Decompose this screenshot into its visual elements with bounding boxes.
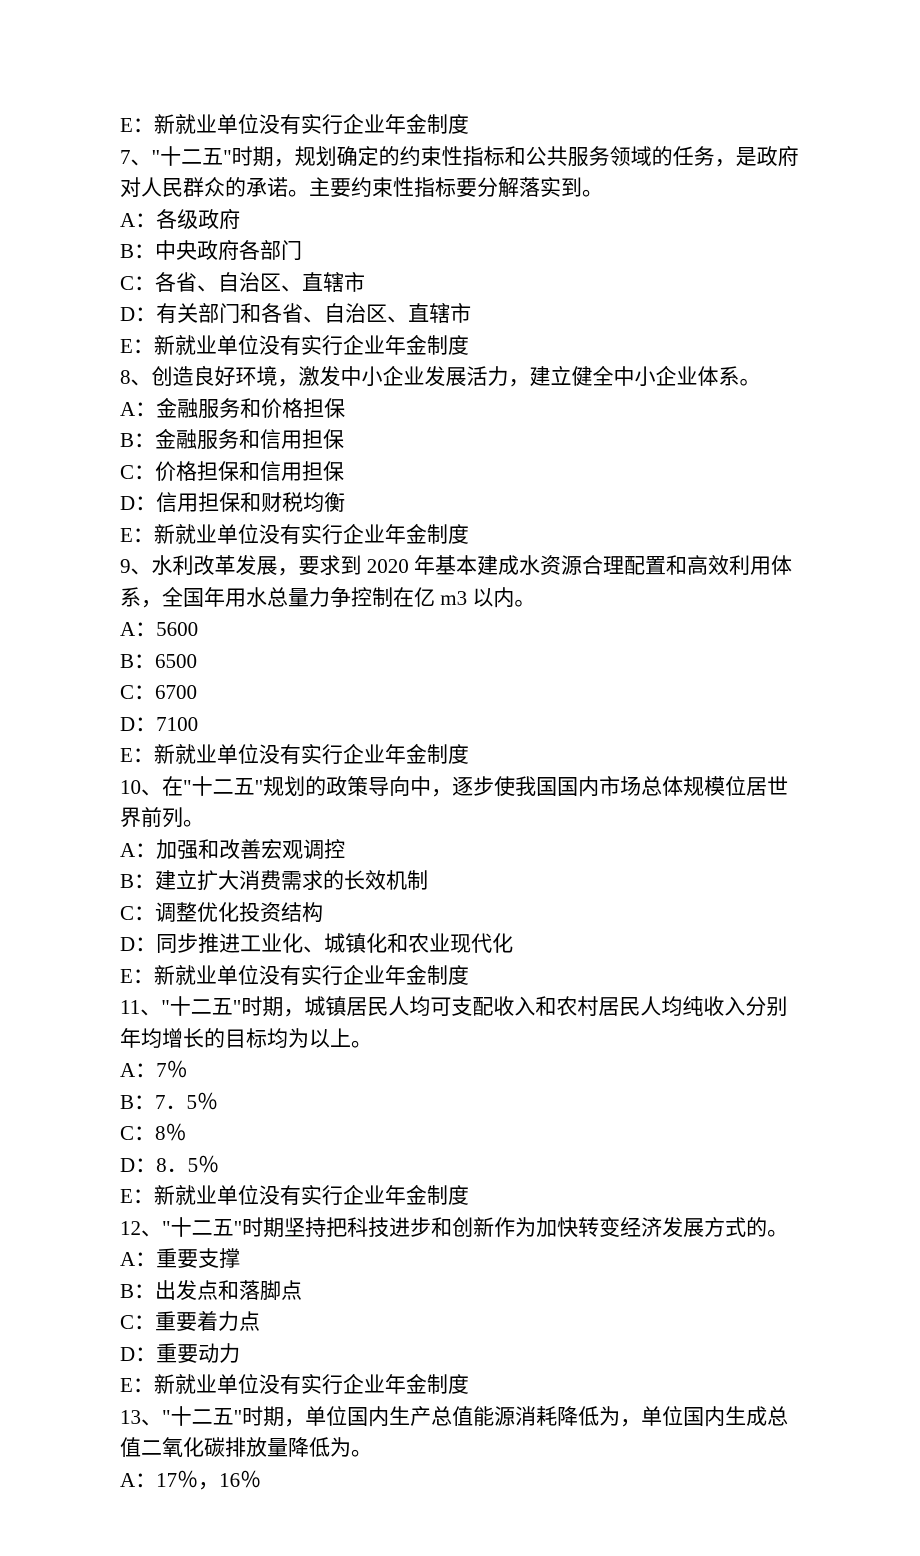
text-line: E：新就业单位没有实行企业年金制度 <box>120 331 800 363</box>
text-line: C：重要着力点 <box>120 1307 800 1339</box>
text-line: E：新就业单位没有实行企业年金制度 <box>120 1181 800 1213</box>
text-line: C：调整优化投资结构 <box>120 898 800 930</box>
text-line: C：6700 <box>120 677 800 709</box>
text-line: 9、水利改革发展，要求到 2020 年基本建成水资源合理配置和高效利用体系，全国… <box>120 551 800 614</box>
text-line: A：7％ <box>120 1055 800 1087</box>
text-line: 8、创造良好环境，激发中小企业发展活力，建立健全中小企业体系。 <box>120 362 800 394</box>
text-line: A：重要支撑 <box>120 1244 800 1276</box>
text-line: C：各省、自治区、直辖市 <box>120 268 800 300</box>
text-line: A：各级政府 <box>120 205 800 237</box>
text-line: B：建立扩大消费需求的长效机制 <box>120 866 800 898</box>
text-line: E：新就业单位没有实行企业年金制度 <box>120 961 800 993</box>
text-line: B：中央政府各部门 <box>120 236 800 268</box>
text-line: B：出发点和落脚点 <box>120 1276 800 1308</box>
text-line: 13、"十二五"时期，单位国内生产总值能源消耗降低为，单位国内生成总值二氧化碳排… <box>120 1402 800 1465</box>
text-line: A：5600 <box>120 614 800 646</box>
document-page: E：新就业单位没有实行企业年金制度 7、"十二五"时期，规划确定的约束性指标和公… <box>0 0 920 1556</box>
text-line: E：新就业单位没有实行企业年金制度 <box>120 110 800 142</box>
text-line: E：新就业单位没有实行企业年金制度 <box>120 1370 800 1402</box>
text-line: D：7100 <box>120 709 800 741</box>
text-line: E：新就业单位没有实行企业年金制度 <box>120 520 800 552</box>
text-line: 10、在"十二五"规划的政策导向中，逐步使我国国内市场总体规模位居世界前列。 <box>120 772 800 835</box>
text-line: 7、"十二五"时期，规划确定的约束性指标和公共服务领域的任务，是政府对人民群众的… <box>120 142 800 205</box>
text-line: D：重要动力 <box>120 1339 800 1371</box>
text-line: D：8．5％ <box>120 1150 800 1182</box>
text-line: E：新就业单位没有实行企业年金制度 <box>120 740 800 772</box>
text-line: B：金融服务和信用担保 <box>120 425 800 457</box>
text-line: C：8％ <box>120 1118 800 1150</box>
text-line: D：有关部门和各省、自治区、直辖市 <box>120 299 800 331</box>
text-line: A：加强和改善宏观调控 <box>120 835 800 867</box>
text-line: 11、"十二五"时期，城镇居民人均可支配收入和农村居民人均纯收入分别年均增长的目… <box>120 992 800 1055</box>
text-line: B：6500 <box>120 646 800 678</box>
text-line: C：价格担保和信用担保 <box>120 457 800 489</box>
text-line: D：信用担保和财税均衡 <box>120 488 800 520</box>
text-line: D：同步推进工业化、城镇化和农业现代化 <box>120 929 800 961</box>
text-line: 12、"十二五"时期坚持把科技进步和创新作为加快转变经济发展方式的。 <box>120 1213 800 1245</box>
text-line: A：17％，16％ <box>120 1465 800 1497</box>
text-line: A：金融服务和价格担保 <box>120 394 800 426</box>
text-line: B：7．5％ <box>120 1087 800 1119</box>
